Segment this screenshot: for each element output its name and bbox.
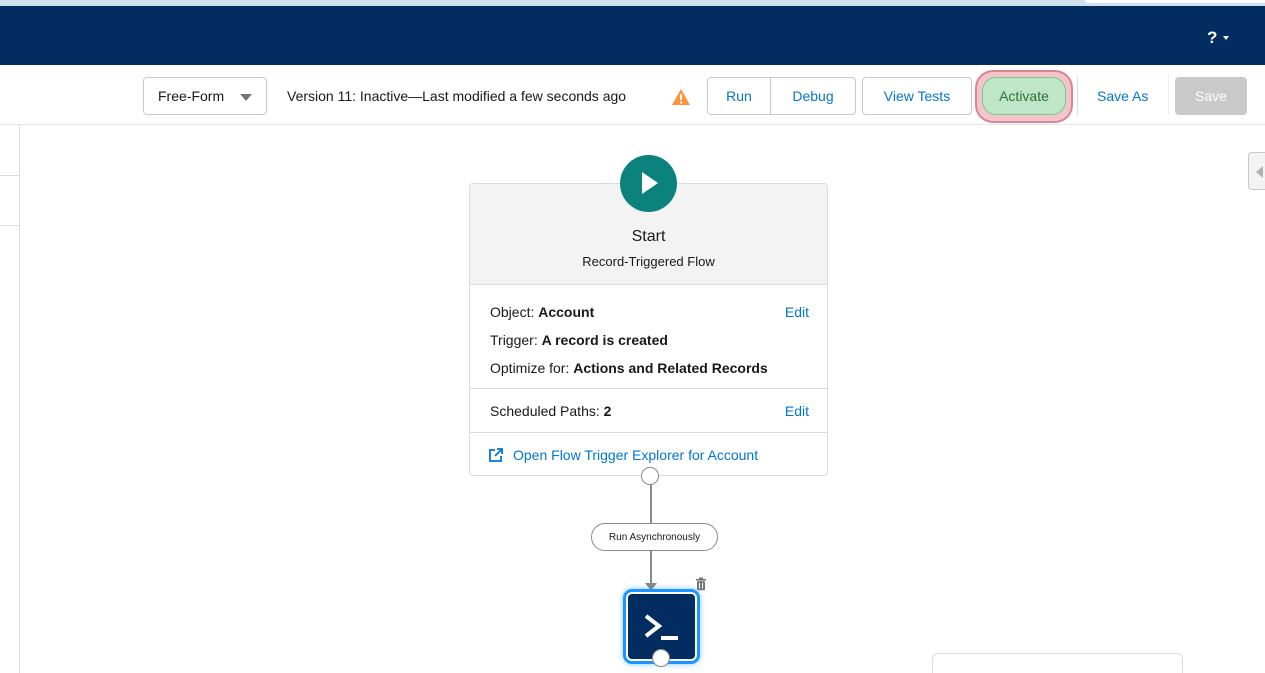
- panel-toggle[interactable]: [1248, 152, 1265, 190]
- trigger-value: A record is created: [541, 332, 668, 348]
- optimize-value: Actions and Related Records: [573, 360, 768, 376]
- object-label: Object:: [490, 304, 535, 320]
- start-subtitle: Record-Triggered Flow: [582, 254, 715, 269]
- connector-line: [650, 551, 652, 584]
- version-status: Version 11: Inactive—Last modified a few…: [287, 88, 627, 104]
- apex-terminal-icon: [644, 614, 678, 640]
- run-button[interactable]: Run: [707, 77, 771, 115]
- view-tests-button[interactable]: View Tests: [862, 77, 972, 115]
- save-as-button[interactable]: Save As: [1097, 88, 1148, 104]
- scheduled-paths-value: 2: [603, 403, 612, 419]
- panel-divider: [0, 225, 20, 226]
- edit-scheduled-paths-link[interactable]: Edit: [785, 403, 809, 419]
- object-value: Account: [538, 304, 595, 320]
- edit-object-link[interactable]: Edit: [785, 304, 809, 320]
- scheduled-paths-row: Scheduled Paths: 2: [490, 403, 611, 419]
- activate-button[interactable]: Activate: [982, 77, 1066, 115]
- external-link-icon: [489, 448, 503, 462]
- trash-icon[interactable]: [695, 577, 707, 591]
- play-icon: [620, 155, 677, 212]
- card-divider: [470, 388, 827, 389]
- toolbar-divider: [1077, 77, 1078, 115]
- toolbox-panel: [0, 125, 20, 673]
- start-element-card[interactable]: Start Record-Triggered Flow Object: Acco…: [469, 183, 828, 476]
- floating-panel: [932, 653, 1183, 673]
- connector-node[interactable]: [652, 649, 670, 667]
- run-asynchronously-path[interactable]: Run Asynchronously: [591, 523, 718, 551]
- dropdown-arrow-icon: [240, 94, 252, 101]
- canvas-layout-value: Free-Form: [158, 88, 225, 104]
- flow-trigger-explorer-label: Open Flow Trigger Explorer for Account: [513, 447, 759, 463]
- scheduled-paths-label: Scheduled Paths:: [490, 403, 600, 419]
- canvas-layout-select[interactable]: Free-Form: [143, 77, 267, 115]
- trigger-label: Trigger:: [490, 332, 538, 348]
- card-divider: [470, 432, 827, 433]
- optimize-label: Optimize for:: [490, 360, 570, 376]
- global-header: ?: [0, 6, 1265, 65]
- trigger-row: Trigger: A record is created: [490, 332, 668, 348]
- connector-node[interactable]: [641, 467, 659, 485]
- warning-triangle-icon[interactable]: [672, 89, 690, 105]
- chevron-left-icon: [1256, 166, 1263, 178]
- start-title: Start: [631, 228, 666, 245]
- save-button[interactable]: Save: [1175, 77, 1247, 115]
- flow-builder-toolbar: Free-Form Version 11: Inactive—Last modi…: [0, 65, 1265, 125]
- connector-arrow-icon: [645, 583, 657, 591]
- help-label: ?: [1207, 28, 1218, 47]
- connector-line: [650, 484, 652, 523]
- flow-trigger-explorer-link[interactable]: Open Flow Trigger Explorer for Account: [488, 447, 758, 463]
- help-menu[interactable]: ?: [1207, 28, 1230, 48]
- optimize-row: Optimize for: Actions and Related Record…: [490, 360, 768, 376]
- toolbar-divider: [1168, 73, 1169, 115]
- caret-down-icon: [1223, 36, 1230, 40]
- object-row: Object: Account: [490, 304, 594, 320]
- debug-button[interactable]: Debug: [770, 77, 856, 115]
- panel-divider: [0, 175, 20, 176]
